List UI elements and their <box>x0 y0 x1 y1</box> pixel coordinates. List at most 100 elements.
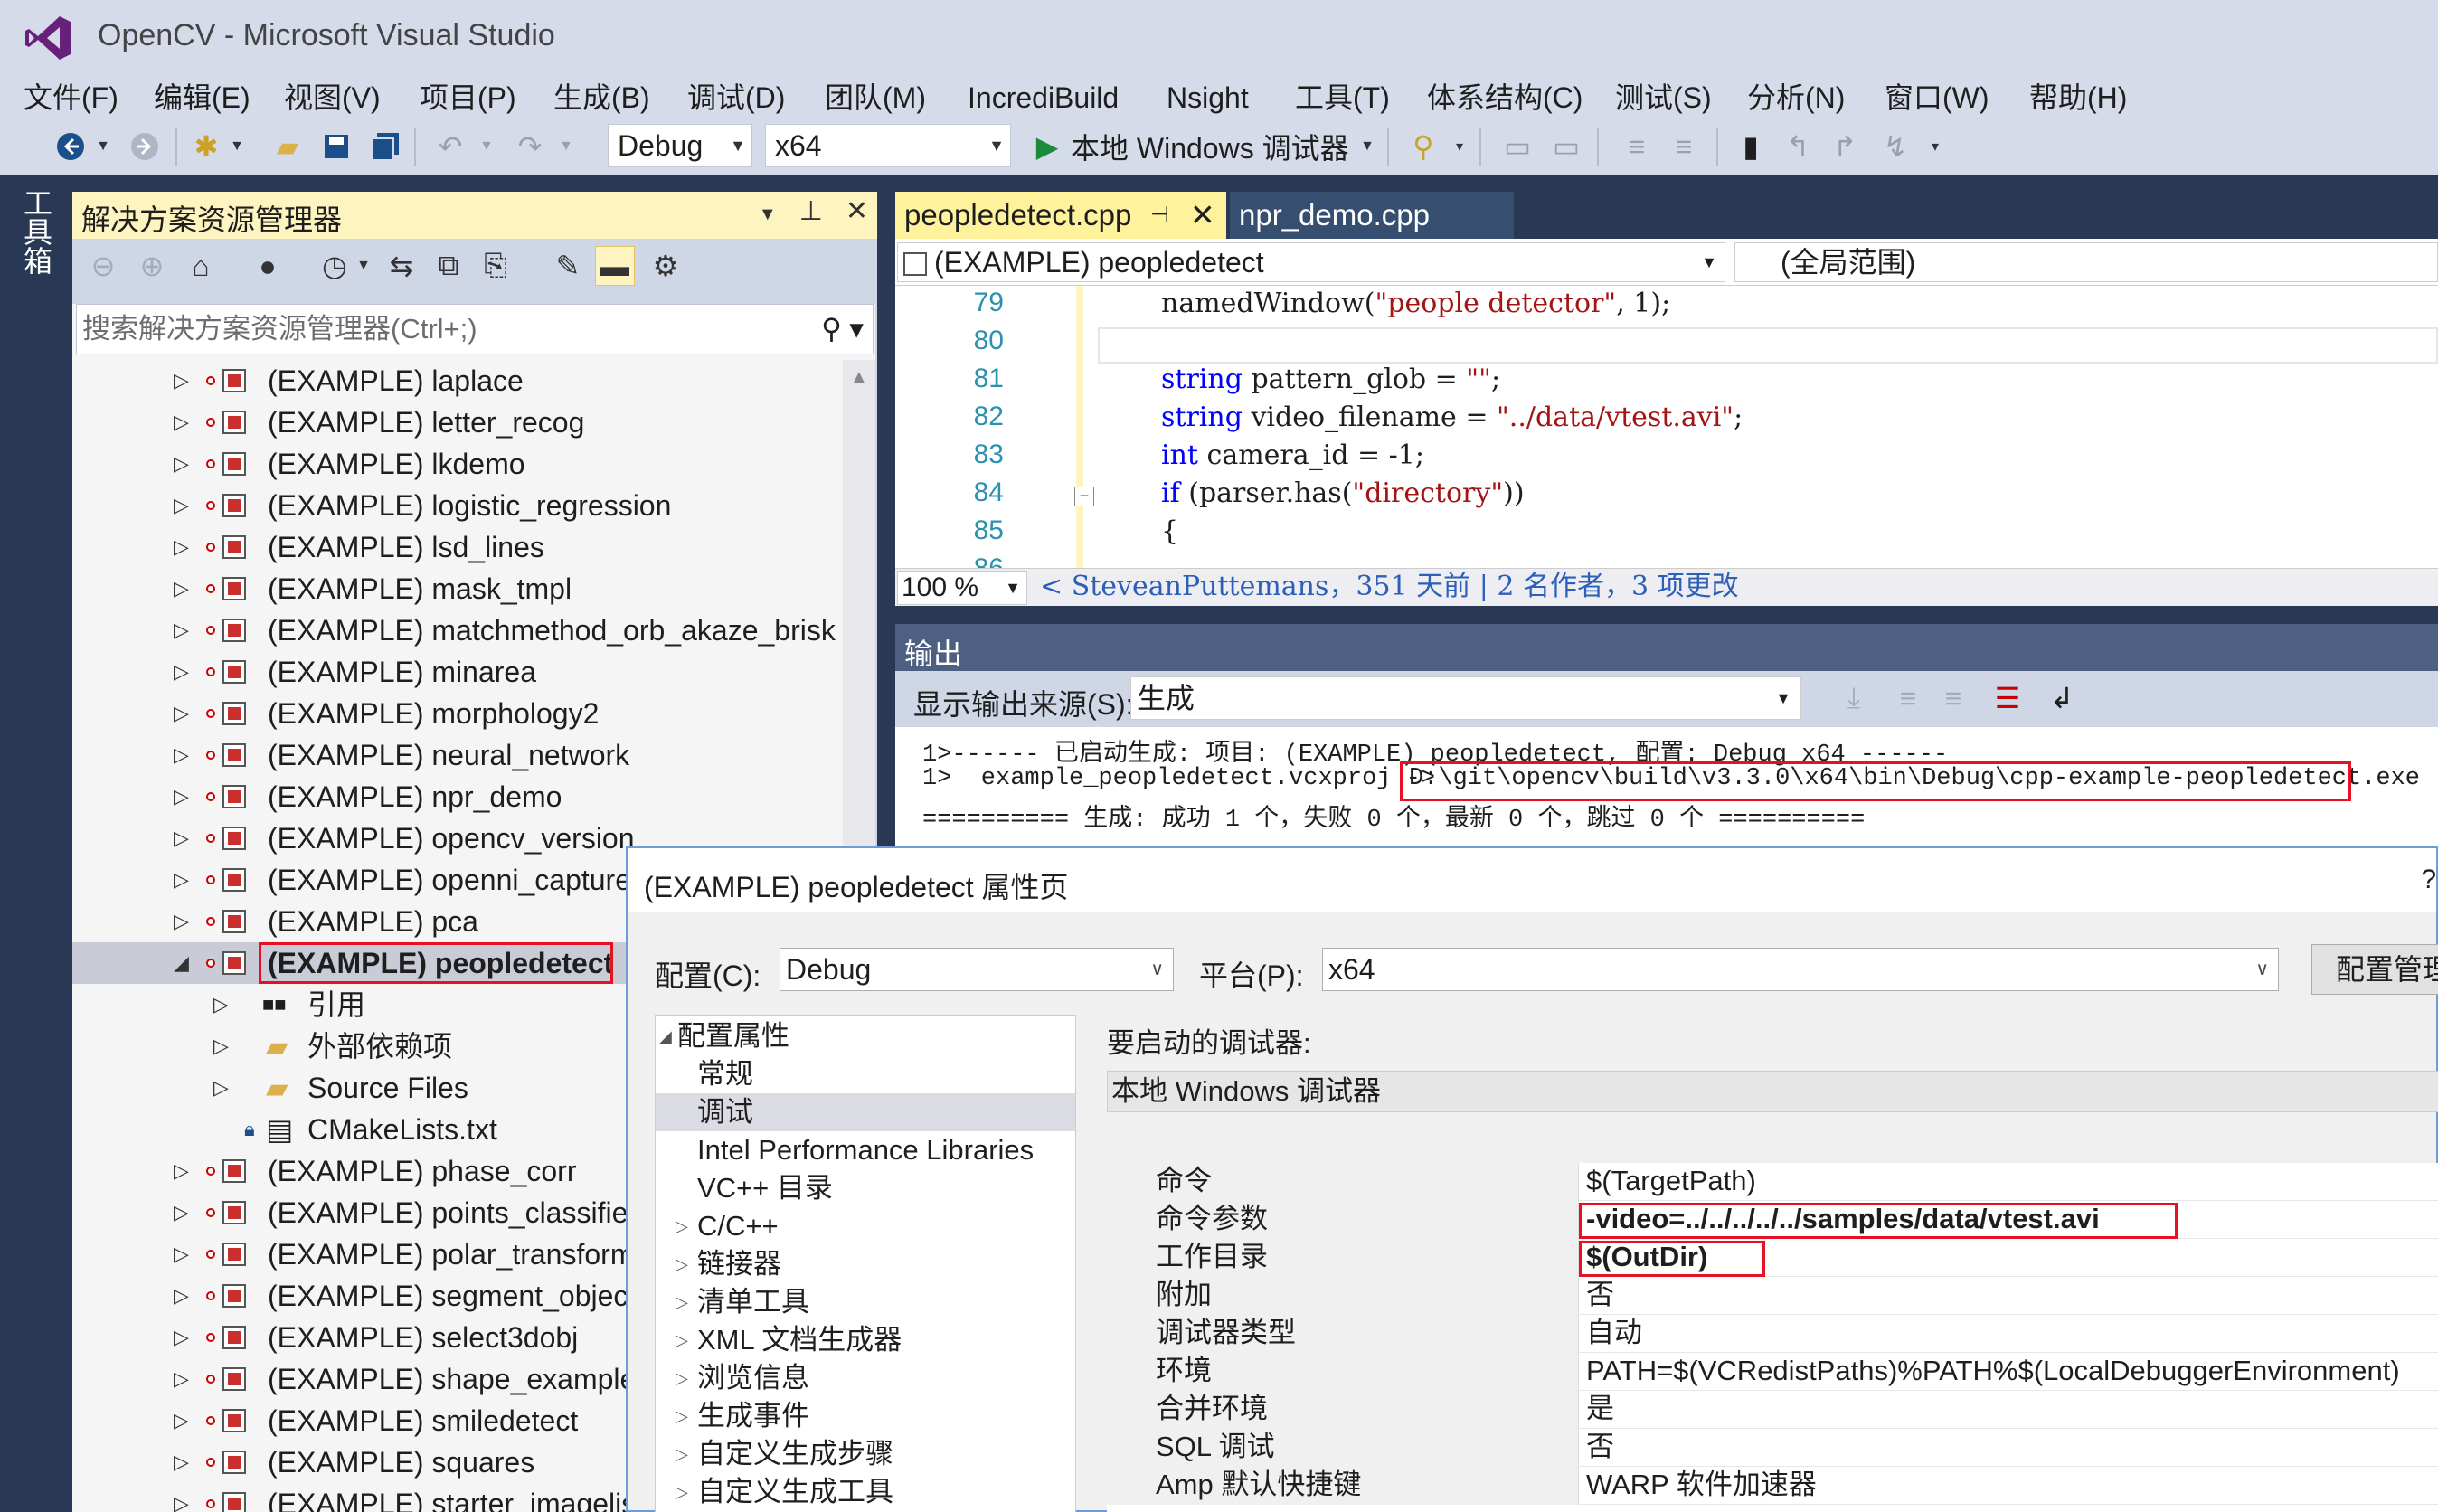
switch-view-icon[interactable]: ● <box>250 246 286 286</box>
collapse-all-icon[interactable]: ⧉ <box>430 246 467 286</box>
goto-build-output-icon[interactable]: ⤓ <box>1836 678 1872 718</box>
property-row-working-dir[interactable]: 工作目录 $(OutDir) <box>1107 1239 2438 1277</box>
tree-project-item[interactable]: ▷ (EXAMPLE) morphology2 <box>72 693 841 734</box>
menu-view[interactable]: 视图(V) <box>284 76 381 119</box>
search-icon[interactable]: ⚲ ▾ <box>821 305 864 354</box>
config-manager-button[interactable]: 配置管理器 <box>2311 944 2438 995</box>
tree-project-item[interactable]: ▷ (EXAMPLE) logistic_regression <box>72 485 841 526</box>
platform-select[interactable]: x64 ∨ <box>1322 948 2279 991</box>
property-row-merge-env[interactable]: 合并环境是 <box>1107 1391 2438 1429</box>
tree-item-intel-libs[interactable]: Intel Performance Libraries <box>656 1131 1075 1169</box>
tree-project-item[interactable]: ▷ (EXAMPLE) letter_recog <box>72 402 841 443</box>
menu-help[interactable]: 帮助(H) <box>2029 76 2127 119</box>
class-view-icon[interactable]: ⚙ <box>647 246 684 286</box>
pin-icon[interactable]: ⊣ <box>1150 192 1169 239</box>
debugger-select[interactable]: 本地 Windows 调试器 <box>1107 1071 2438 1112</box>
debugger-dropdown-icon[interactable]: ▼ <box>1358 127 1376 166</box>
zoom-select[interactable]: 100 % ▼ <box>897 571 1027 605</box>
start-debug-button[interactable]: 本地 Windows 调试器 <box>1071 127 1369 166</box>
tree-project-item[interactable]: ▷ (EXAMPLE) lkdemo <box>72 443 841 485</box>
save-all-icon[interactable] <box>365 127 405 166</box>
show-all-files-icon[interactable]: ⎘ <box>477 246 514 286</box>
indent-icon[interactable]: ≡ <box>1664 127 1704 166</box>
scope-nav-select[interactable]: (全局范围) <box>1734 242 2438 282</box>
solution-platform-select[interactable]: x64 ▼ <box>765 124 1011 167</box>
tree-project-item[interactable]: ▷ (EXAMPLE) neural_network <box>72 734 841 776</box>
menu-build[interactable]: 生成(B) <box>553 76 650 119</box>
sync-icon[interactable]: ⇆ <box>383 246 420 286</box>
property-row-command[interactable]: 命令 $(TargetPath) <box>1107 1163 2438 1201</box>
back-icon[interactable] <box>51 127 90 166</box>
tree-item-custom-build-tool[interactable]: ▷ 自定义生成工具 <box>656 1473 1075 1511</box>
property-row-environment[interactable]: 环境 PATH=$(VCRedistPaths)%PATH%$(LocalDebu… <box>1107 1353 2438 1391</box>
menu-nsight[interactable]: Nsight <box>1167 76 1249 119</box>
tree-project-item[interactable]: ▷ (EXAMPLE) laplace <box>72 360 841 402</box>
tree-project-item[interactable]: ▷ (EXAMPLE) mask_tmpl <box>72 568 841 610</box>
uncomment-icon[interactable]: ▭ <box>1546 127 1586 166</box>
output-source-select[interactable]: 生成 ▼ <box>1130 676 1801 720</box>
property-row-debugger-type[interactable]: 调试器类型 自动 <box>1107 1315 2438 1353</box>
menu-debug[interactable]: 调试(D) <box>687 76 785 119</box>
tab-peopledetect-cpp[interactable]: peopledetect.cpp ⊣ ✕ <box>895 192 1226 239</box>
tree-item-custom-build-step[interactable]: ▷ 自定义生成步骤 <box>656 1435 1075 1473</box>
toolbar-overflow-icon[interactable]: ▾ <box>1926 127 1944 166</box>
menu-test[interactable]: 测试(S) <box>1615 76 1712 119</box>
output-text[interactable]: 1>------ 已启动生成: 项目: (EXAMPLE) peopledete… <box>895 727 2438 850</box>
back-icon[interactable]: ⊖ <box>85 246 121 286</box>
scroll-up-icon[interactable]: ▲ <box>850 367 868 388</box>
menu-analyze[interactable]: 分析(N) <box>1747 76 1845 119</box>
solution-search-input[interactable]: 搜索解决方案资源管理器(Ctrl+;) ⚲ ▾ <box>76 304 874 354</box>
preview-icon[interactable]: ▬ <box>595 246 635 286</box>
new-dropdown-icon[interactable]: ▼ <box>228 127 246 166</box>
forward-icon[interactable] <box>125 127 165 166</box>
toolbox-tab[interactable]: 工具箱 <box>16 188 52 275</box>
property-row-sql-debug[interactable]: SQL 调试否 <box>1107 1429 2438 1467</box>
code-editor[interactable]: 79 80 81 82 83 84 85 86 − namedWindow("p… <box>895 286 2438 568</box>
redo-icon[interactable]: ↷ <box>510 127 550 166</box>
tree-item-linker[interactable]: ▷ 链接器 <box>656 1245 1075 1283</box>
clear-bookmarks-icon[interactable]: ↯ <box>1877 127 1914 166</box>
clear-all-icon[interactable]: ☰ <box>1989 678 2026 718</box>
tree-item-config-properties[interactable]: ◢ 配置属性 <box>656 1017 1075 1055</box>
menu-edit[interactable]: 编辑(E) <box>154 76 250 119</box>
property-row-amp-accelerator[interactable]: Amp 默认快捷键 WARP 软件加速器 <box>1107 1467 2438 1505</box>
menu-project[interactable]: 项目(P) <box>420 76 516 119</box>
project-nav-select[interactable]: (EXAMPLE) peopledetect ▼ <box>897 242 1725 282</box>
help-button[interactable]: ? <box>2421 865 2436 895</box>
collapse-icon[interactable]: − <box>1074 487 1094 506</box>
next-bookmark-icon[interactable]: ↱ <box>1827 127 1863 166</box>
home-icon[interactable]: ⌂ <box>183 246 219 286</box>
menu-team[interactable]: 团队(M) <box>825 76 926 119</box>
start-debug-icon[interactable]: ▶ <box>1029 127 1065 166</box>
bookmark-icon[interactable]: ▮ <box>1733 127 1769 166</box>
pending-dropdown-icon[interactable]: ▼ <box>354 246 373 286</box>
back-dropdown-icon[interactable]: ▼ <box>94 127 112 166</box>
comment-icon[interactable]: ▭ <box>1498 127 1537 166</box>
next-message-icon[interactable]: ≡ <box>1935 678 1971 718</box>
undo-icon[interactable]: ↶ <box>430 127 470 166</box>
menu-file[interactable]: 文件(F) <box>24 76 118 119</box>
redo-dropdown-icon[interactable]: ▼ <box>557 127 575 166</box>
toolbar-overflow-icon[interactable]: ▾ <box>1451 127 1469 166</box>
tree-item-vc-dirs[interactable]: VC++ 目录 <box>656 1169 1075 1207</box>
close-icon[interactable]: ✕ <box>1190 192 1215 239</box>
prev-message-icon[interactable]: ≡ <box>1890 678 1926 718</box>
new-project-icon[interactable]: ✱ <box>186 127 226 166</box>
tree-project-item[interactable]: ▷ (EXAMPLE) matchmethod_orb_akaze_brisk <box>72 610 841 651</box>
open-folder-icon[interactable]: ▰ <box>268 127 307 166</box>
tab-npr-demo-cpp[interactable]: npr_demo.cpp <box>1230 192 1514 239</box>
tree-item-xml-doc[interactable]: ▷ XML 文档生成器 <box>656 1321 1075 1359</box>
pending-changes-icon[interactable]: ◷ <box>317 246 353 286</box>
find-in-files-icon[interactable]: ⚲ <box>1403 127 1443 166</box>
tree-item-cpp[interactable]: ▷ C/C++ <box>656 1207 1075 1245</box>
tree-item-debugging[interactable]: 调试 <box>656 1093 1075 1131</box>
menu-window[interactable]: 窗口(W) <box>1885 76 1989 119</box>
config-select[interactable]: Debug ∨ <box>780 948 1174 991</box>
tree-item-browse[interactable]: ▷ 浏览信息 <box>656 1359 1075 1397</box>
tree-item-manifest[interactable]: ▷ 清单工具 <box>656 1283 1075 1321</box>
tree-project-item[interactable]: ▷ (EXAMPLE) lsd_lines <box>72 526 841 568</box>
tree-project-item[interactable]: ▷ (EXAMPLE) minarea <box>72 651 841 693</box>
close-icon[interactable]: ✕ <box>846 196 868 226</box>
tree-item-general[interactable]: 常规 <box>656 1055 1075 1093</box>
menu-tools[interactable]: 工具(T) <box>1295 76 1390 119</box>
